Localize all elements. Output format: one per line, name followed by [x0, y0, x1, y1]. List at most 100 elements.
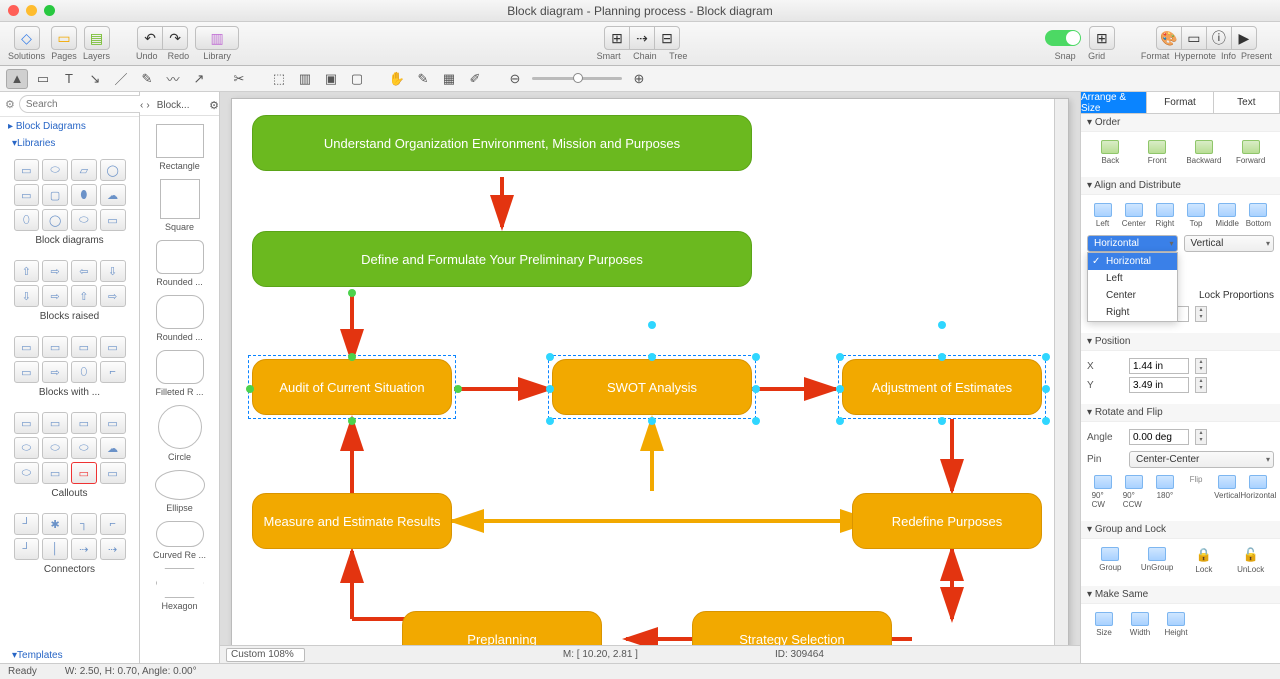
nav-templates[interactable]: ▾Templates — [0, 648, 139, 663]
arrow-tool[interactable]: ↗ — [188, 69, 210, 89]
shape-hexagon[interactable] — [156, 568, 204, 598]
fwd-icon[interactable]: › — [146, 100, 149, 111]
pen-tool[interactable]: ✎ — [136, 69, 158, 89]
node-define[interactable]: Define and Formulate Your Preliminary Pu… — [252, 231, 752, 287]
shape-rounded2[interactable] — [156, 295, 204, 329]
pages-button[interactable]: ▭ — [51, 26, 77, 50]
ungroup-tool[interactable]: ▥ — [294, 69, 316, 89]
hypernote-button[interactable]: ▭ — [1181, 26, 1207, 50]
group-tool[interactable]: ⬚ — [268, 69, 290, 89]
present-button[interactable]: ▶ — [1231, 26, 1257, 50]
zoom-out-icon[interactable]: ⊖ — [504, 69, 526, 89]
shape-rounded1[interactable] — [156, 240, 204, 274]
zoom-in-icon[interactable]: ⊕ — [628, 69, 650, 89]
shape-circle[interactable] — [158, 405, 202, 449]
solutions-button[interactable]: ◇ — [14, 26, 40, 50]
align-left[interactable]: Left — [1092, 203, 1114, 228]
shape-filleted[interactable] — [156, 350, 204, 384]
info-button[interactable]: ⓘ — [1206, 26, 1232, 50]
dd-opt-right[interactable]: Right — [1088, 304, 1177, 321]
copystyle-tool[interactable]: ✂ — [228, 69, 250, 89]
sec-rotate[interactable]: ▾ Rotate and Flip — [1081, 404, 1280, 422]
same-height[interactable]: Height — [1165, 612, 1187, 637]
snap-toggle[interactable] — [1045, 30, 1081, 46]
toback-tool[interactable]: ▢ — [346, 69, 368, 89]
smart-button[interactable]: ⊞ — [604, 26, 630, 50]
lib-callouts[interactable]: ▭▭▭▭⬭⬭⬭☁⬭▭▭▭ Callouts — [0, 404, 139, 505]
node-understand[interactable]: Understand Organization Environment, Mis… — [252, 115, 752, 171]
angle-stepper[interactable]: ▴▾ — [1195, 429, 1207, 445]
zoom-slider[interactable] — [532, 77, 622, 80]
unlock-btn[interactable]: 🔓UnLock — [1240, 547, 1262, 574]
rot-180[interactable]: 180° — [1154, 475, 1176, 509]
grid-button[interactable]: ⊞ — [1089, 26, 1115, 50]
group-btn[interactable]: Group — [1099, 547, 1121, 574]
nav-block-diagrams[interactable]: ▸ Block Diagrams — [0, 117, 139, 136]
angle-input[interactable] — [1129, 429, 1189, 445]
scrollbar-v[interactable] — [1054, 99, 1068, 645]
same-size[interactable]: Size — [1093, 612, 1115, 637]
height-stepper[interactable]: ▴▾ — [1195, 306, 1207, 322]
flip-v[interactable]: Vertical — [1216, 475, 1238, 509]
crop-tool[interactable]: ▦ — [438, 69, 460, 89]
undo-button[interactable]: ↶ — [137, 26, 163, 50]
x-input[interactable] — [1129, 358, 1189, 374]
align-middle[interactable]: Middle — [1216, 203, 1238, 228]
nav-libraries[interactable]: ▾Libraries — [0, 136, 139, 151]
node-preplanning[interactable]: Preplanning — [402, 611, 602, 645]
node-adjust[interactable]: Adjustment of Estimates — [842, 359, 1042, 415]
rot-90cw[interactable]: 90° CW — [1092, 475, 1114, 509]
dd-opt-left[interactable]: Left — [1088, 270, 1177, 287]
zoom-select[interactable]: Custom 108% — [226, 648, 305, 662]
breadcrumb[interactable]: Block... — [153, 100, 206, 111]
lib-blocks-with[interactable]: ▭▭▭▭▭⇨⬯⌐ Blocks with ... — [0, 328, 139, 404]
sec-makesame[interactable]: ▾ Make Same — [1081, 586, 1280, 604]
shape-rectangle[interactable] — [156, 124, 204, 158]
lock-btn[interactable]: 🔒Lock — [1193, 547, 1215, 574]
canvas[interactable]: Understand Organization Environment, Mis… — [231, 98, 1069, 645]
ungroup-btn[interactable]: UnGroup — [1146, 547, 1168, 574]
shape-square[interactable] — [160, 179, 200, 219]
pin-select[interactable]: Center-Center — [1129, 451, 1274, 468]
spline-tool[interactable]: 〰 — [162, 69, 184, 89]
node-measure[interactable]: Measure and Estimate Results — [252, 493, 452, 549]
lib-connectors[interactable]: ┘✱┐⌐┘│⇢⇢ Connectors — [0, 505, 139, 581]
node-strategy[interactable]: Strategy Selection — [692, 611, 892, 645]
align-bottom[interactable]: Bottom — [1247, 203, 1269, 228]
align-top[interactable]: Top — [1185, 203, 1207, 228]
flip-h[interactable]: Horizontal — [1247, 475, 1269, 509]
back-icon[interactable]: ‹ — [140, 100, 143, 111]
order-forward[interactable]: Forward — [1240, 140, 1262, 165]
library-button[interactable]: ▥ — [195, 26, 239, 50]
sec-order[interactable]: ▾ Order — [1081, 114, 1280, 132]
lib-blocks-raised[interactable]: ⇧⇨⇦⇩⇩⇨⇧⇨ Blocks raised — [0, 252, 139, 328]
settings-icon[interactable]: ⚙ — [5, 98, 15, 111]
sec-position[interactable]: ▾ Position — [1081, 333, 1280, 351]
node-redefine[interactable]: Redefine Purposes — [852, 493, 1042, 549]
dd-opt-center[interactable]: Center — [1088, 287, 1177, 304]
same-width[interactable]: Width — [1129, 612, 1151, 637]
gear-icon[interactable]: ⚙ — [209, 99, 219, 112]
sec-group[interactable]: ▾ Group and Lock — [1081, 521, 1280, 539]
line-tool[interactable]: ／ — [110, 69, 132, 89]
tofront-tool[interactable]: ▣ — [320, 69, 342, 89]
shape-curved[interactable] — [156, 521, 204, 547]
format-button[interactable]: 🎨 — [1156, 26, 1182, 50]
align-right[interactable]: Right — [1154, 203, 1176, 228]
tab-text[interactable]: Text — [1214, 92, 1280, 113]
eyedropper-tool[interactable]: ✎ — [412, 69, 434, 89]
x-stepper[interactable]: ▴▾ — [1195, 358, 1207, 374]
text-tool[interactable]: T — [58, 69, 80, 89]
tab-arrange[interactable]: Arrange & Size — [1081, 92, 1147, 113]
distribute-vertical-select[interactable]: Vertical — [1184, 235, 1275, 252]
redo-button[interactable]: ↷ — [162, 26, 188, 50]
order-backward[interactable]: Backward — [1193, 140, 1215, 165]
pointer-tool[interactable]: ▲ — [6, 69, 28, 89]
node-audit[interactable]: Audit of Current Situation — [252, 359, 452, 415]
y-stepper[interactable]: ▴▾ — [1195, 377, 1207, 393]
shape-ellipse[interactable] — [155, 470, 205, 500]
order-front[interactable]: Front — [1146, 140, 1168, 165]
hand-tool[interactable]: ✋ — [386, 69, 408, 89]
lib-block-diagrams[interactable]: ▭⬭▱◯▭▢⬮☁⬯◯⬭▭ Block diagrams — [0, 151, 139, 252]
tree-button[interactable]: ⊟ — [654, 26, 680, 50]
